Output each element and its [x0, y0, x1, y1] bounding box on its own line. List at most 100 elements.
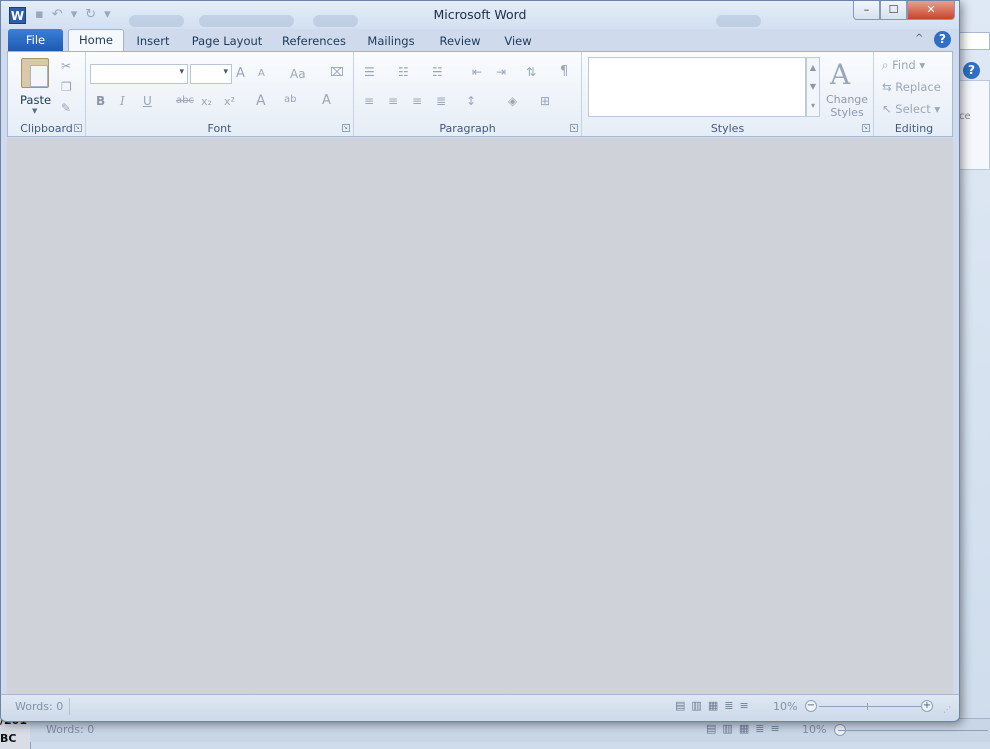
styles-launcher-icon[interactable]: ↘ — [862, 124, 870, 132]
grow-font-button[interactable]: A — [236, 66, 245, 81]
editing-group: ⌕ Find ▾ ⇆ Replace ↖ Select ▾ Editing — [874, 52, 954, 136]
paragraph-launcher-icon[interactable]: ↘ — [570, 124, 578, 132]
bullets-icon[interactable]: ☰ — [364, 65, 375, 79]
styles-label: Styles — [710, 122, 745, 135]
subscript-button[interactable]: x₂ — [201, 95, 212, 108]
highlight-button[interactable]: ab — [284, 94, 296, 105]
background-help-icon[interactable]: ? — [963, 62, 980, 79]
multilevel-list-icon[interactable]: ☵ — [432, 65, 443, 79]
document-area[interactable] — [7, 138, 953, 694]
maximize-button[interactable]: ☐ — [880, 1, 907, 20]
font-label: Font — [207, 122, 232, 135]
minimize-ribbon-icon[interactable]: ^ — [915, 33, 923, 44]
styles-gallery-scroll[interactable]: ▲ ▼ ▾ — [806, 57, 820, 117]
numbering-icon[interactable]: ☷ — [398, 65, 409, 79]
find-icon: ⌕ — [882, 58, 893, 72]
font-group: A A Aa ⌧ B I U abc x₂ x² A ab A Font ↘ — [86, 52, 354, 136]
line-spacing-icon[interactable]: ↕ — [466, 94, 476, 108]
tab-home[interactable]: Home — [68, 29, 124, 52]
window-title: Microsoft Word — [433, 7, 527, 22]
increase-indent-icon[interactable]: ⇥ — [496, 65, 506, 79]
left-edge-text-2: BC — [0, 732, 17, 745]
format-painter-icon[interactable]: ✎ — [61, 101, 71, 115]
full-screen-reading-icon[interactable]: ▥ — [691, 699, 701, 712]
minimize-button[interactable]: – — [853, 1, 880, 20]
draft-icon[interactable]: ≡ — [770, 722, 779, 735]
paragraph-label: Paragraph — [439, 122, 496, 135]
find-button[interactable]: ⌕ Find ▾ — [882, 58, 925, 73]
background-panel-text: ce — [959, 111, 971, 122]
background-zoom-slider[interactable] — [838, 730, 988, 731]
paste-button[interactable]: Paste — [20, 93, 51, 107]
strikethrough-button[interactable]: abc — [176, 95, 194, 106]
copy-icon[interactable]: ❐ — [61, 80, 72, 94]
tab-mailings[interactable]: Mailings — [361, 32, 421, 52]
decrease-indent-icon[interactable]: ⇤ — [472, 65, 482, 79]
quick-styles-gallery[interactable] — [588, 57, 806, 117]
clear-formatting-icon[interactable]: ⌧ — [330, 65, 344, 79]
view-buttons: ▤ ▥ ▦ ≣ ≡ — [675, 699, 749, 712]
shrink-font-button[interactable]: A — [258, 68, 265, 79]
resize-grip-icon[interactable]: ⋰ — [943, 705, 951, 714]
replace-button[interactable]: ⇆ Replace — [882, 80, 941, 94]
web-layout-icon[interactable]: ▦ — [739, 722, 749, 735]
print-layout-icon[interactable]: ▤ — [675, 699, 685, 712]
replace-label: Replace — [895, 80, 941, 94]
tab-view[interactable]: View — [499, 32, 537, 52]
background-zoom-level: 10% — [802, 723, 827, 736]
show-formatting-button[interactable]: ¶ — [560, 64, 568, 79]
status-bar: Words: 0 ▤ ▥ ▦ ≣ ≡ 10% − + ⋰ — [1, 694, 959, 718]
draft-icon[interactable]: ≡ — [739, 699, 748, 712]
align-right-icon[interactable]: ≡ — [412, 94, 422, 108]
print-layout-icon[interactable]: ▤ — [706, 722, 716, 735]
font-name-combo[interactable] — [90, 64, 188, 84]
cut-icon[interactable]: ✂ — [61, 59, 71, 73]
zoom-level[interactable]: 10% — [773, 700, 797, 713]
clipboard-launcher-icon[interactable]: ↘ — [74, 124, 82, 132]
tab-references[interactable]: References — [277, 32, 351, 52]
align-left-icon[interactable]: ≡ — [364, 94, 374, 108]
font-color-button[interactable]: A — [322, 93, 331, 108]
web-layout-icon[interactable]: ▦ — [708, 699, 718, 712]
font-size-combo[interactable] — [190, 64, 232, 84]
background-view-buttons: ▤ ▥ ▦ ≣ ≡ — [706, 722, 780, 735]
text-effects-icon[interactable]: A — [256, 93, 266, 109]
zoom-in-icon[interactable]: + — [921, 700, 933, 712]
ribbon-tabs: File Home Insert Page Layout References … — [1, 29, 959, 52]
change-case-button[interactable]: Aa — [290, 67, 306, 81]
paste-dropdown-icon[interactable]: ▼ — [32, 107, 37, 115]
font-launcher-icon[interactable]: ↘ — [342, 124, 350, 132]
bold-button[interactable]: B — [96, 94, 105, 108]
help-icon[interactable]: ? — [934, 31, 951, 48]
title-bar[interactable]: W ▪ ↶ ▾ ↻ ▾ Microsoft Word – ☐ ✕ — [1, 1, 959, 29]
tab-page-layout[interactable]: Page Layout — [187, 32, 267, 52]
background-panel: ce — [958, 80, 990, 170]
tab-file[interactable]: File — [8, 29, 63, 51]
paste-icon[interactable] — [21, 58, 49, 88]
shading-icon[interactable]: ◈ — [508, 94, 517, 108]
sort-icon[interactable]: ⇅ — [526, 65, 536, 79]
background-search-box[interactable] — [956, 32, 990, 50]
find-label: Find — [892, 58, 916, 72]
change-styles-button[interactable]: Change Styles — [824, 93, 870, 119]
italic-button[interactable]: I — [120, 94, 125, 108]
zoom-slider[interactable] — [819, 706, 923, 707]
close-button[interactable]: ✕ — [907, 1, 955, 20]
ribbon: Paste ▼ ✂ ❐ ✎ Clipboard ↘ A A Aa ⌧ B I U… — [7, 51, 953, 137]
zoom-slider-center-tick — [867, 703, 868, 710]
select-button[interactable]: ↖ Select ▾ — [882, 102, 940, 116]
underline-button[interactable]: U — [143, 94, 152, 108]
justify-icon[interactable]: ≣ — [436, 94, 446, 108]
change-styles-icon[interactable]: A — [830, 58, 850, 91]
tab-review[interactable]: Review — [433, 32, 487, 52]
superscript-button[interactable]: x² — [224, 95, 235, 108]
tab-insert[interactable]: Insert — [131, 32, 175, 52]
outline-icon[interactable]: ≣ — [724, 699, 733, 712]
align-center-icon[interactable]: ≡ — [388, 94, 398, 108]
outline-icon[interactable]: ≣ — [755, 722, 764, 735]
borders-icon[interactable]: ⊞ — [540, 94, 550, 108]
zoom-out-icon[interactable]: − — [805, 700, 817, 712]
word-count[interactable]: Words: 0 — [15, 700, 63, 713]
full-screen-icon[interactable]: ▥ — [722, 722, 732, 735]
background-word-count: Words: 0 — [46, 723, 95, 736]
